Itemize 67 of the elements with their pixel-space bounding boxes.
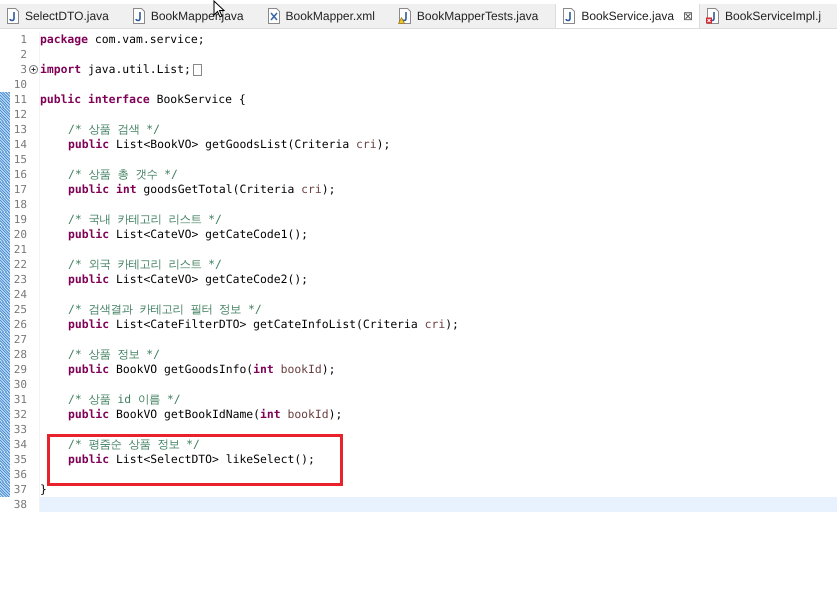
folded-code-marker[interactable] — [192, 64, 202, 76]
line-number: 28 — [12, 347, 27, 362]
xml-file-icon — [266, 8, 281, 24]
code-line: /* 평줌순 상품 정보 */ — [67, 437, 200, 452]
line-number: 11 — [12, 92, 27, 107]
java-file-icon — [562, 8, 576, 24]
code-line: } — [40, 482, 47, 497]
expand-icon[interactable] — [28, 65, 38, 74]
editor-tab[interactable]: BookMapperTests.java — [392, 4, 556, 28]
code-line: public List<SelectDTO> likeSelect(); — [67, 452, 315, 467]
line-number: 14 — [12, 137, 27, 152]
editor-tab[interactable]: BookMapper.xml — [260, 4, 392, 28]
line-number: 10 — [12, 77, 27, 92]
line-number: 21 — [12, 242, 27, 257]
line-number: 23 — [12, 272, 27, 287]
java-file-icon — [6, 8, 20, 24]
line-number: 13 — [12, 122, 27, 137]
line-number: 33 — [12, 422, 27, 437]
line-number: 12 — [12, 107, 27, 122]
line-number: 29 — [12, 362, 27, 377]
line-number: 20 — [12, 227, 27, 242]
close-icon[interactable]: ⊠ — [683, 9, 694, 23]
code-line: /* 상품 검색 */ — [67, 122, 160, 137]
line-number: 32 — [12, 407, 27, 422]
code-line: /* 상품 id 이름 */ — [67, 392, 181, 407]
line-number: 30 — [12, 377, 27, 392]
line-number: 18 — [12, 197, 27, 212]
line-number: 3 — [19, 62, 27, 77]
editor-tab[interactable]: SelectDTO.java — [0, 4, 126, 28]
code-line: public BookVO getGoodsInfo(int bookId); — [67, 362, 336, 377]
code-line: public List<BookVO> getGoodsList(Criteria cri); — [67, 137, 390, 152]
code-line: public BookVO getBookIdName(int bookId); — [67, 407, 342, 422]
code-line: public List<CateFilterDTO> getCateInfoList(Criteria cri); — [67, 317, 459, 332]
code-line: public List<CateVO> getCateCode1(); — [67, 227, 308, 242]
java-file-error-icon — [706, 8, 720, 24]
code-line: public List<CateVO> getCateCode2(); — [67, 272, 308, 287]
line-number: 27 — [12, 332, 27, 347]
code-line: public int goodsGetTotal(Criteria cri); — [67, 182, 336, 197]
code-line: /* 상품 총 갯수 */ — [67, 167, 178, 182]
line-number: 2 — [19, 47, 27, 62]
line-number: 1 — [19, 32, 27, 47]
line-number: 17 — [12, 182, 27, 197]
line-number: 34 — [12, 437, 27, 452]
code-line: /* 검색결과 카테고리 필터 정보 */ — [67, 302, 262, 317]
code-line: public interface BookService { — [40, 92, 246, 107]
line-number: 26 — [12, 317, 27, 332]
editor-tab[interactable]: BookServiceImpl.j — [700, 4, 837, 28]
line-number: 25 — [12, 302, 27, 317]
code-line: /* 외국 카테고리 리스트 */ — [67, 257, 222, 272]
line-number: 16 — [12, 167, 27, 182]
line-number: 36 — [12, 467, 27, 482]
line-number: 19 — [12, 212, 27, 227]
java-file-icon — [132, 8, 146, 24]
line-number: 37 — [12, 482, 27, 497]
line-number: 22 — [12, 257, 27, 272]
code-line: import java.util.List; — [40, 62, 191, 77]
line-number: 15 — [12, 152, 27, 167]
line-number: 35 — [12, 452, 27, 467]
code-line: /* 국내 카테고리 리스트 */ — [67, 212, 222, 227]
line-number: 24 — [12, 287, 27, 302]
editor-tab[interactable]: BookService.java ⊠ — [555, 4, 700, 28]
code-line: package com.vam.service; — [40, 32, 205, 47]
java-file-warning-icon — [398, 8, 412, 24]
editor-tab[interactable]: BookMapper.java — [126, 4, 261, 28]
line-number: 38 — [12, 497, 27, 512]
code-line: /* 상품 정보 */ — [67, 347, 160, 362]
line-number: 31 — [12, 392, 27, 407]
